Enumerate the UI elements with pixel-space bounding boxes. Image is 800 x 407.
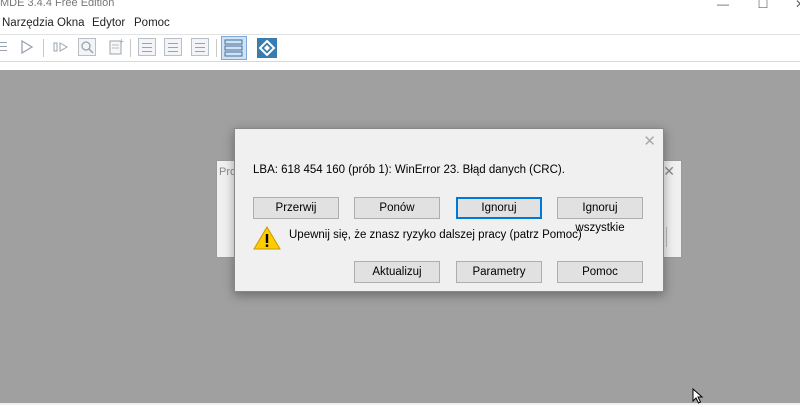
minimize-button[interactable]: — [708,0,738,12]
svg-text:+: + [118,38,124,46]
maximize-button[interactable]: ☐ [748,0,778,12]
parameters-button[interactable]: Parametry [456,261,542,283]
grid-view-icon[interactable] [164,38,182,56]
warning-message: Upewnij się, że znasz ryzyko dalszej pra… [289,229,582,241]
menu-bar: Narzędzia Okna Edytor Pomoc [0,14,800,34]
zoom-icon[interactable] [78,38,96,56]
error-message: LBA: 618 454 160 (prób 1): WinError 23. … [253,164,565,176]
title-bar: MDE 3.4.4 Free Edition — ☐ ✕ [0,0,800,14]
menu-narzedzia[interactable]: Narzędzia [2,17,54,29]
menu-pomoc[interactable]: Pomoc [134,17,170,29]
toolbar-separator [216,39,217,57]
error-dialog: ✕ LBA: 618 454 160 (prób 1): WinError 23… [234,128,664,292]
ignore-all-button[interactable]: Ignoruj wszystkie [557,197,643,234]
menu-okna[interactable]: Okna [57,17,85,29]
update-button[interactable]: Aktualizuj [354,261,440,283]
play-icon[interactable] [18,38,36,56]
step-icon[interactable] [52,38,70,56]
ignore-button[interactable]: Ignoruj [456,197,542,219]
progress-dialog-close-icon[interactable]: ✕ [663,163,675,180]
add-file-icon[interactable]: + [106,37,125,56]
progress-dialog-edge [666,227,667,247]
warning-icon [253,225,281,251]
toolbar-separator [130,39,131,57]
menu-edytor[interactable]: Edytor [92,17,125,29]
retry-button[interactable]: Ponów [354,197,440,219]
toolbar-separator [43,39,44,57]
toolbar: + [0,34,800,62]
help-button[interactable]: Pomoc [557,261,643,283]
list-icon[interactable] [0,38,10,56]
abort-button[interactable]: Przerwij [253,197,339,219]
logo-icon[interactable] [257,38,277,58]
dialog-close-icon[interactable]: ✕ [643,132,656,150]
sector-view-icon[interactable] [138,38,156,56]
page-view-icon[interactable] [191,38,209,56]
close-window-button[interactable]: ✕ [785,0,800,12]
mouse-cursor-icon [692,387,704,404]
panel-view-icon[interactable] [221,36,247,60]
window-title: MDE 3.4.4 Free Edition [0,0,115,9]
